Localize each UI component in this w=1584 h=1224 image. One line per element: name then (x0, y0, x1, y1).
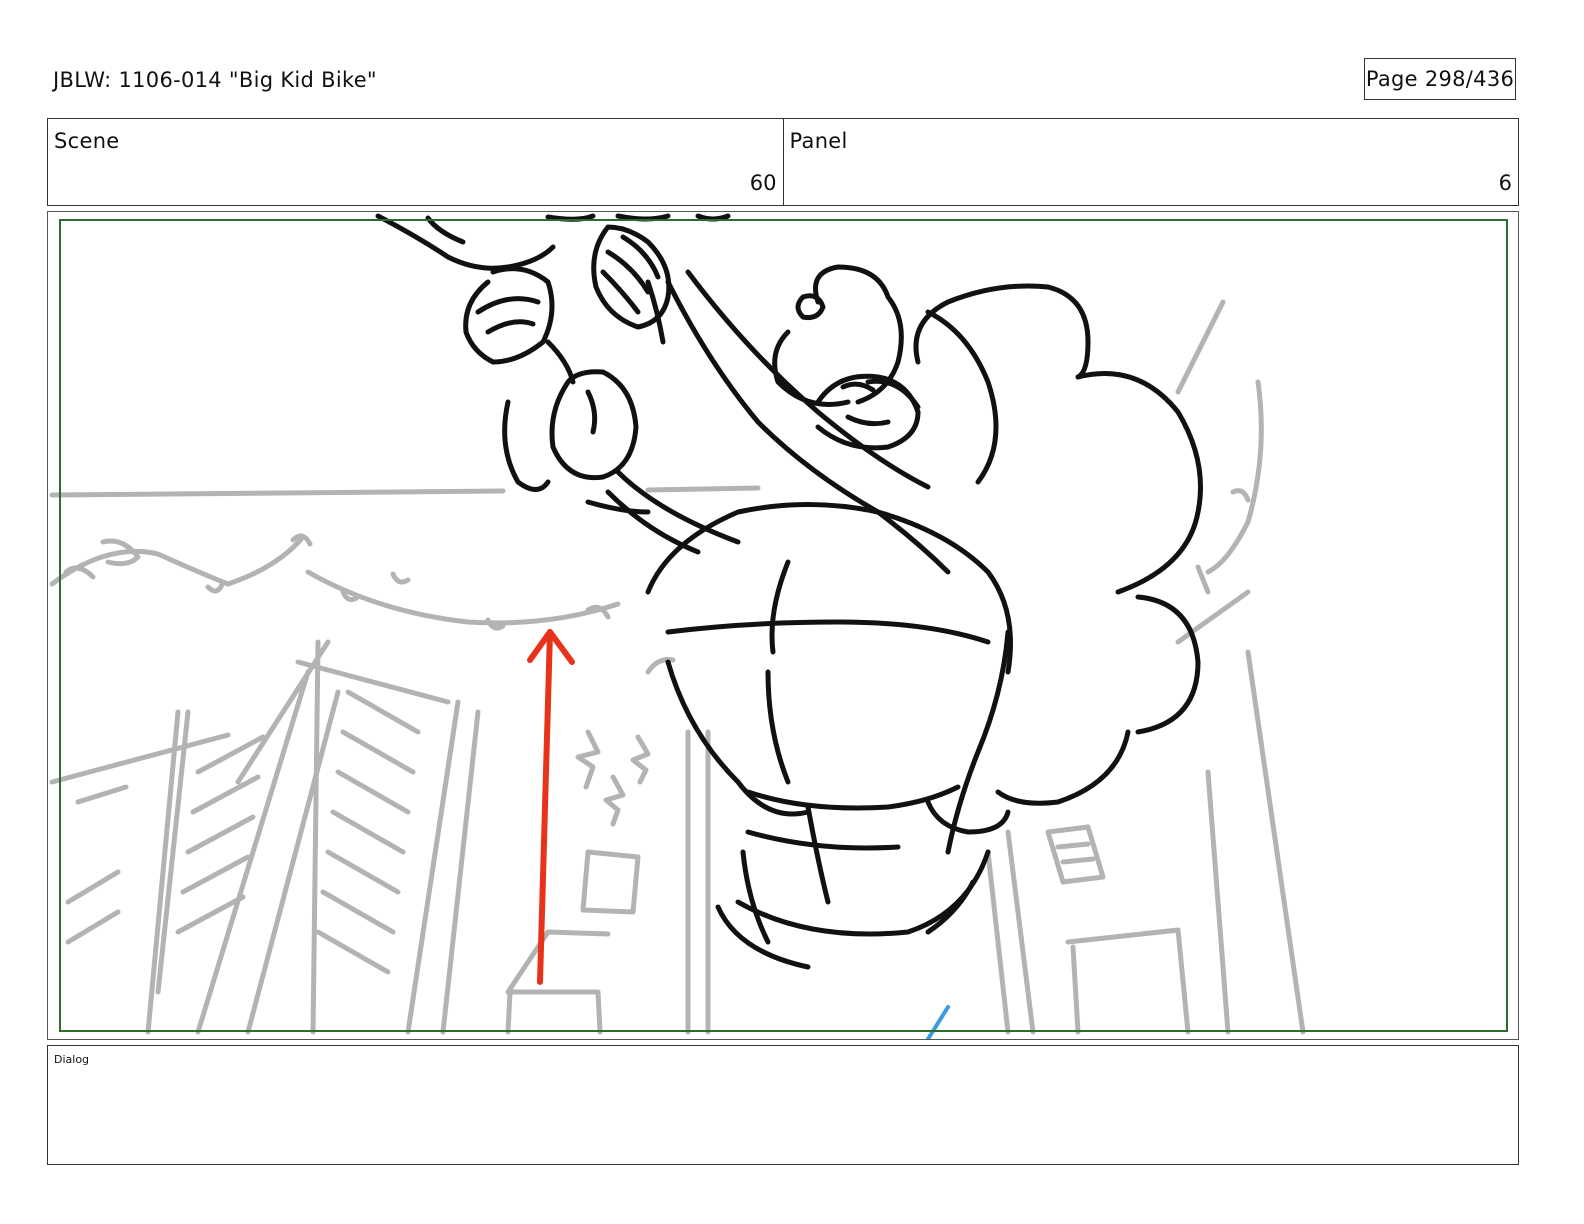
panel-label: Panel (789, 129, 848, 153)
scene-label: Scene (54, 129, 120, 153)
background-sketch (49, 299, 1306, 1035)
dialog-box[interactable]: Dialog (47, 1045, 1519, 1165)
scene-panel-info: Scene 60 Panel 6 (47, 118, 1519, 206)
dialog-label: Dialog (54, 1053, 90, 1066)
scene-cell: Scene 60 (48, 119, 783, 205)
character-sketch (375, 213, 1203, 970)
storyboard-panel (47, 211, 1519, 1040)
stray-blue-mark (926, 1005, 950, 1039)
panel-drawing (49, 213, 1306, 1039)
page-counter: Page 298/436 (1364, 58, 1516, 100)
panel-number: 6 (1498, 171, 1512, 195)
document-title: JBLW: 1106-014 "Big Kid Bike" (53, 68, 377, 92)
panel-cell: Panel 6 (782, 119, 1519, 205)
camera-move-arrow (527, 629, 575, 985)
scene-number: 60 (749, 171, 777, 195)
